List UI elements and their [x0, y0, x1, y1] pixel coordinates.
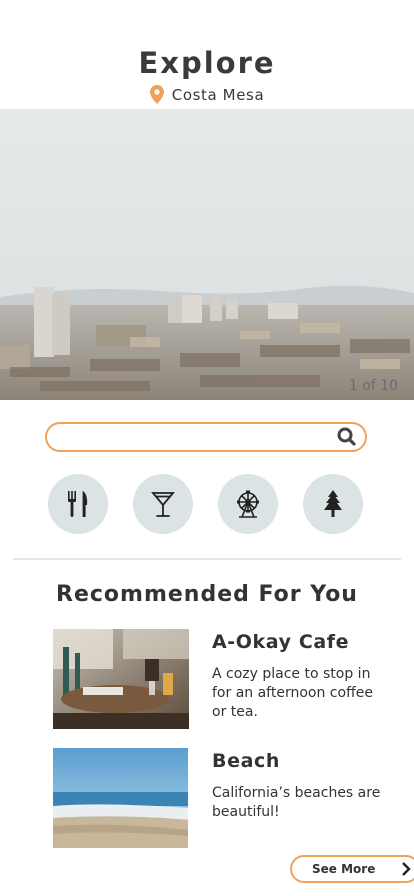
hero-image[interactable]: 1 of 10 [0, 109, 414, 400]
recommendation-card[interactable]: Beach California’s beaches are beautiful… [53, 748, 383, 848]
see-more-button[interactable]: See More [290, 855, 414, 883]
category-attractions[interactable] [218, 474, 278, 534]
map-pin-icon [149, 85, 164, 104]
page-title: Explore [138, 46, 276, 80]
category-bars[interactable] [133, 474, 193, 534]
beach-image[interactable] [53, 748, 188, 848]
card-title: A-Okay Cafe [212, 631, 350, 653]
search-icon[interactable] [337, 427, 356, 446]
card-description: California’s beaches are beautiful! [212, 785, 381, 820]
header: Explore Costa Mesa [0, 0, 414, 109]
cafe-image[interactable] [53, 629, 189, 729]
card-title: Beach [212, 750, 280, 772]
location[interactable]: Costa Mesa [0, 85, 414, 104]
chevron-right-icon [402, 862, 411, 876]
section-divider [13, 558, 401, 560]
card-description: A cozy place to stop in for an afternoon… [212, 666, 373, 720]
category-restaurants[interactable] [48, 474, 108, 534]
recommendation-card[interactable]: A-Okay Cafe A cozy place to stop in for … [53, 629, 383, 729]
location-label: Costa Mesa [171, 85, 265, 104]
see-more-label: See More [312, 862, 376, 876]
ferris-wheel-icon [237, 490, 259, 518]
recommended-title: Recommended For You [56, 582, 358, 607]
image-counter: 1 of 10 [348, 378, 398, 394]
fork-knife-icon [68, 491, 88, 517]
search-input[interactable] [45, 422, 367, 452]
category-row [48, 474, 364, 534]
cocktail-icon [151, 492, 175, 517]
pine-tree-icon [324, 490, 342, 517]
category-nature[interactable] [303, 474, 363, 534]
